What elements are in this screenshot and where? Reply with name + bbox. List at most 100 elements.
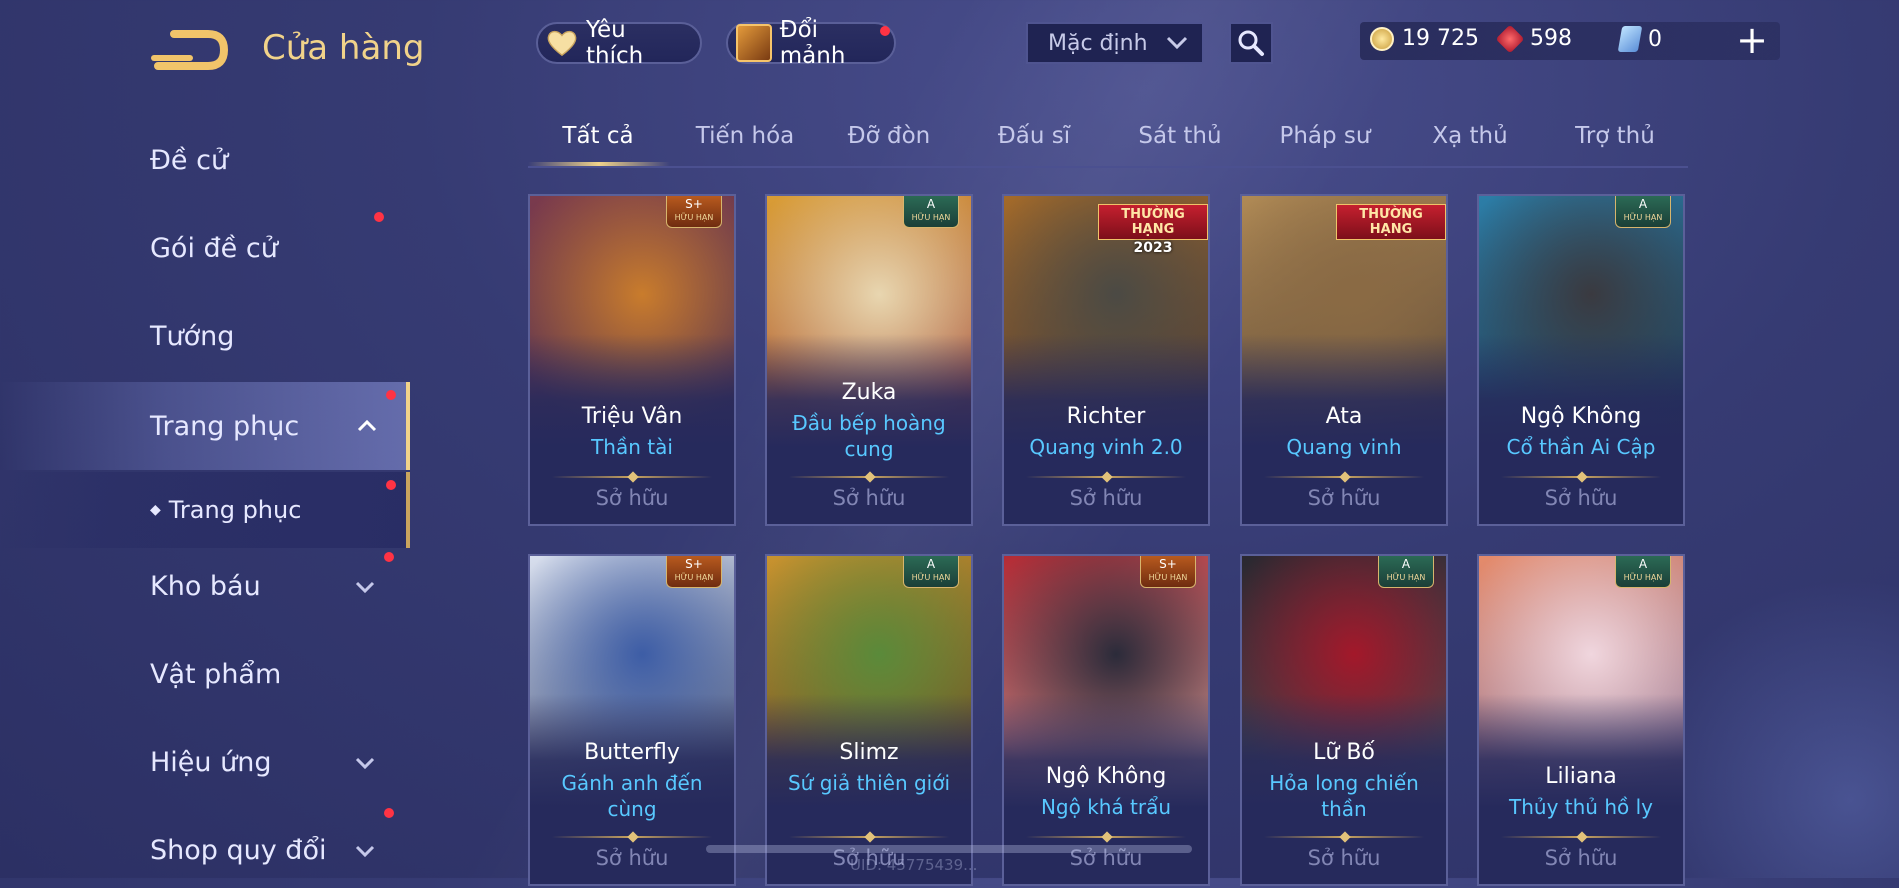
- tier-label: S+: [685, 197, 703, 211]
- skin-card[interactable]: S+ HỮU HẠN Ngộ Không Ngộ khá trẩu Sở hữu: [1002, 554, 1210, 886]
- sidebar-subitem-skins[interactable]: ◆ Trang phục: [0, 472, 410, 548]
- tab-mage[interactable]: Pháp sư: [1260, 116, 1390, 164]
- sidebar-item-label: Trang phục: [150, 410, 300, 442]
- hero-name: Ata: [1325, 404, 1363, 429]
- tier-label: S+: [1159, 557, 1177, 571]
- skin-tier-badge: A HỮU HẠN: [1378, 556, 1434, 588]
- tab-assassin[interactable]: Sát thủ: [1115, 116, 1245, 164]
- skin-card[interactable]: S+ HỮU HẠN Triệu Vân Thần tài Sở hữu: [528, 194, 736, 526]
- sidebar-item-label: Vật phẩm: [150, 658, 282, 690]
- skin-name: Quang vinh 2.0: [1029, 435, 1183, 459]
- skin-card[interactable]: A HỮU HẠN Ngộ Không Cổ thần Ai Cập Sở hữu: [1477, 194, 1685, 526]
- gold-coin-icon: [1370, 26, 1394, 51]
- chevron-down-icon: [355, 581, 375, 594]
- hero-name: Ngộ Không: [1045, 764, 1167, 789]
- skin-card[interactable]: S+ HỮU HẠN Butterfly Gánh anh đến cùng Sở hữ…: [528, 554, 736, 886]
- tab-tank[interactable]: Đỡ đòn: [824, 116, 954, 164]
- ownership-status: Sở hữu: [595, 846, 669, 870]
- active-tab-underline: [528, 162, 670, 166]
- hero-name: Richter: [1066, 404, 1146, 429]
- exchange-shards-button[interactable]: Đổi mảnh: [726, 17, 896, 69]
- sidebar-item-label: Gói đề cử: [150, 232, 278, 264]
- ownership-status: Sở hữu: [595, 486, 669, 510]
- gold-amount: 19 725: [1402, 26, 1479, 51]
- skin-tier-badge: A HỮU HẠN: [1615, 556, 1671, 588]
- sidebar-item-label: Đề cử: [150, 144, 229, 176]
- tier-sublabel: HỮU HẠN: [674, 213, 714, 222]
- tier-sublabel: HỮU HẠN: [1623, 573, 1663, 582]
- tier-sublabel: HỮU HẠN: [674, 573, 714, 582]
- skin-name: Gánh anh đến cùng: [561, 771, 703, 821]
- tab-support[interactable]: Trợ thủ: [1550, 116, 1680, 164]
- season-banner-label: THƯỜNG HẠNG: [1336, 204, 1446, 240]
- sidebar-item-recommended[interactable]: Đề cử: [0, 122, 404, 198]
- tier-label: A: [1401, 557, 1411, 571]
- skin-card[interactable]: A HỮU HẠN Zuka Đầu bếp hoàng cung Sở hữu: [765, 194, 973, 526]
- tier-label: S+: [685, 557, 703, 571]
- season-rank-banner: THƯỜNG HẠNG: [1336, 204, 1446, 244]
- hero-name: Zuka: [841, 380, 897, 405]
- sidebar-item-heroes[interactable]: Tướng: [0, 298, 404, 374]
- tab-all[interactable]: Tất cả: [533, 116, 663, 164]
- horizontal-scrollbar[interactable]: [706, 845, 1192, 853]
- favorite-button[interactable]: Yêu thích: [536, 17, 702, 69]
- tab-evolution[interactable]: Tiến hóa: [680, 116, 810, 164]
- hero-name: Slimz: [839, 740, 899, 765]
- chevron-down-icon: [355, 845, 375, 858]
- chevron-up-icon: [357, 419, 377, 432]
- chest-icon: [736, 24, 772, 62]
- hero-name: Liliana: [1545, 764, 1617, 789]
- hero-name: Triệu Vân: [581, 404, 683, 429]
- sort-dropdown[interactable]: Mặc định: [1026, 22, 1204, 64]
- back-button[interactable]: [150, 28, 230, 72]
- hero-name: Butterfly: [584, 740, 680, 765]
- skin-name: Đầu bếp hoàng cung: [792, 411, 946, 461]
- season-rank-banner: THƯỜNG HẠNG 2023: [1098, 204, 1208, 256]
- voucher-amount: 0: [1648, 26, 1662, 52]
- sidebar-item-treasure[interactable]: Kho báu: [0, 548, 404, 624]
- ownership-status: Sở hữu: [1307, 846, 1381, 870]
- exchange-label: Đổi mảnh: [779, 17, 846, 69]
- voucher-currency: 0: [1617, 26, 1662, 52]
- skin-card[interactable]: A HỮU HẠN Slimz Sứ giả thiên giới Sở hữu: [765, 554, 973, 886]
- top-up-plus-button[interactable]: +: [1734, 20, 1770, 60]
- skin-name: Thủy thủ hồ ly: [1509, 795, 1653, 819]
- tier-sublabel: HỮU HẠN: [1148, 573, 1188, 582]
- sidebar-item-effects[interactable]: Hiệu ứng: [0, 724, 404, 800]
- ownership-status: Sở hữu: [1307, 486, 1381, 510]
- skin-name: Thần tài: [591, 435, 673, 459]
- ownership-status: Sở hữu: [832, 486, 906, 510]
- sidebar-item-label: Trang phục: [168, 496, 302, 524]
- sidebar-item-bundles[interactable]: Gói đề cử: [0, 210, 404, 286]
- tab-fighter[interactable]: Đấu sĩ: [969, 116, 1099, 164]
- voucher-icon: [1617, 26, 1643, 52]
- sort-selected-value: Mặc định: [1048, 30, 1148, 56]
- tier-label: A: [1638, 197, 1648, 211]
- page-title: Cửa hàng: [262, 28, 425, 68]
- skin-name: Sứ giả thiên giới: [787, 771, 951, 795]
- player-uid: UID: 45775439...: [850, 856, 978, 874]
- skin-card[interactable]: THƯỜNG HẠNG Ata Quang vinh Sở hữu: [1240, 194, 1448, 526]
- tier-label: A: [1638, 557, 1648, 571]
- sidebar-item-label: Tướng: [150, 320, 235, 352]
- skin-name: Ngộ khá trẩu: [1040, 795, 1172, 819]
- skin-card[interactable]: A HỮU HẠN Liliana Thủy thủ hồ ly Sở hữu: [1477, 554, 1685, 886]
- search-button[interactable]: [1229, 22, 1273, 64]
- sidebar-item-label: Kho báu: [150, 570, 261, 602]
- skin-card[interactable]: THƯỜNG HẠNG 2023 Richter Quang vinh 2.0 Sở h…: [1002, 194, 1210, 526]
- skin-tier-badge: A HỮU HẠN: [903, 556, 959, 588]
- chevron-down-icon: [355, 757, 375, 770]
- tier-sublabel: HỮU HẠN: [1386, 573, 1426, 582]
- sidebar-item-exchange-shop[interactable]: Shop quy đổi: [0, 808, 404, 888]
- favorite-label: Yêu thích: [585, 17, 644, 69]
- sidebar-item-items[interactable]: Vật phẩm: [0, 636, 404, 712]
- skin-name: Hỏa long chiến thần: [1269, 771, 1419, 821]
- chevron-down-icon: [1166, 36, 1188, 50]
- skin-tier-badge: S+ HỮU HẠN: [666, 196, 722, 228]
- notification-dot: [386, 480, 396, 490]
- tab-marksman[interactable]: Xạ thủ: [1405, 116, 1535, 164]
- back-arrow-icon: [151, 30, 229, 70]
- sidebar-item-skins[interactable]: Trang phục: [0, 382, 410, 470]
- ownership-status: Sở hữu: [1069, 486, 1143, 510]
- skin-card[interactable]: A HỮU HẠN Lữ Bố Hỏa long chiến thần Sở hữu: [1240, 554, 1448, 886]
